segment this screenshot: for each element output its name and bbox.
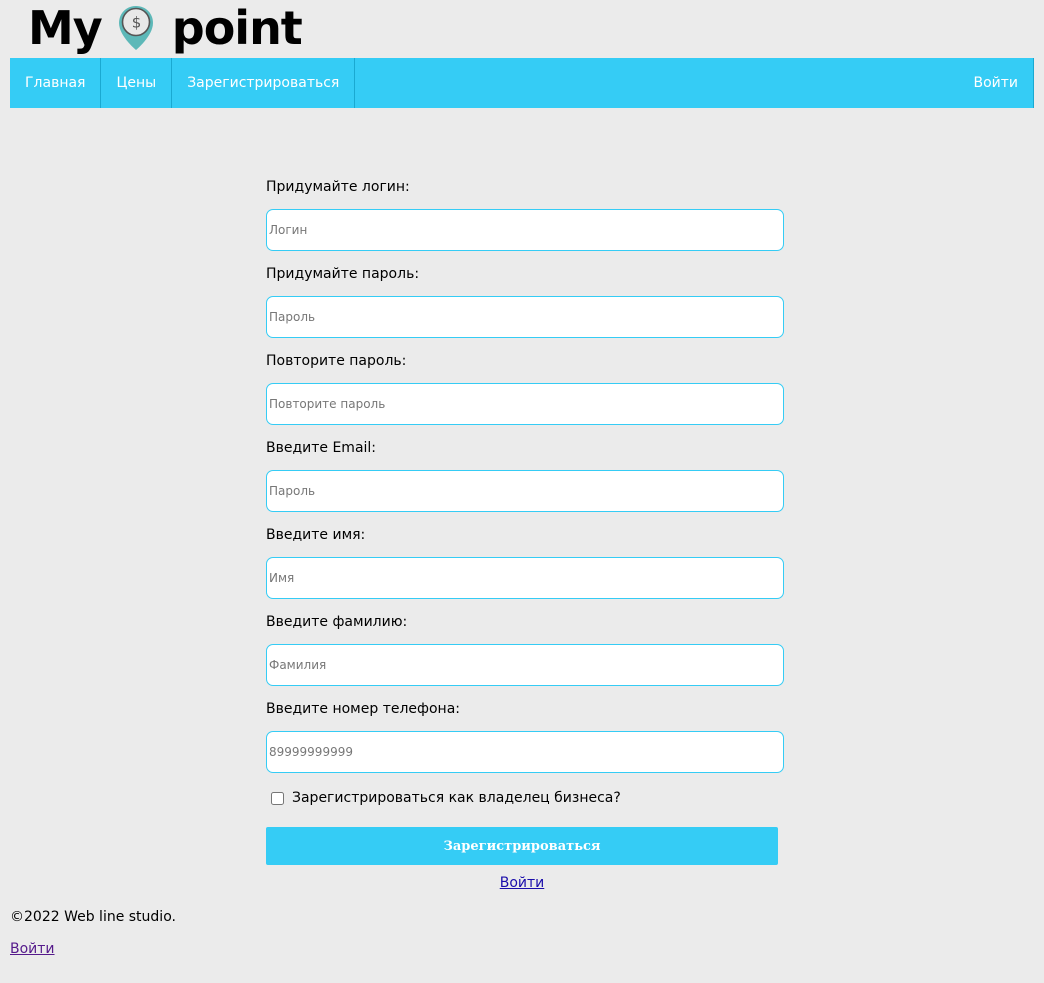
login-label: Придумайте логин: xyxy=(266,179,410,195)
main-navbar: Главная Цены Зарегистрироваться Войти xyxy=(10,58,1034,108)
logo-text-my: My xyxy=(28,1,103,55)
last-name-label: Введите фамилию: xyxy=(266,614,408,630)
nav-item-register[interactable]: Зарегистрироваться xyxy=(172,58,356,108)
email-input[interactable] xyxy=(266,470,784,512)
phone-label: Введите номер телефона: xyxy=(266,701,461,717)
password-input[interactable] xyxy=(266,296,784,338)
repeat-password-input[interactable] xyxy=(266,383,784,425)
business-owner-checkbox[interactable] xyxy=(271,791,284,805)
repeat-password-label: Повторите пароль: xyxy=(266,353,407,369)
logo-text-point: point xyxy=(171,1,303,55)
password-label: Придумайте пароль: xyxy=(266,266,420,282)
pin-dollar-symbol: $ xyxy=(131,14,140,32)
nav-item-login[interactable]: Войти xyxy=(958,58,1034,108)
footer-copyright: ©2022 Web line studio. xyxy=(10,909,176,925)
registration-form: Придумайте логин: Придумайте пароль: Пов… xyxy=(266,177,786,891)
map-pin-dollar-icon: $ xyxy=(118,6,153,50)
login-input[interactable] xyxy=(266,209,784,251)
site-logo[interactable]: My $ point xyxy=(28,1,303,55)
nav-item-prices[interactable]: Цены xyxy=(101,58,173,108)
last-name-input[interactable] xyxy=(266,644,784,686)
nav-item-home[interactable]: Главная xyxy=(10,58,102,108)
business-owner-option[interactable]: Зарегистрироваться как владелец бизнеса? xyxy=(266,786,786,810)
first-name-input[interactable] xyxy=(266,557,784,599)
email-label: Введите Email: xyxy=(266,440,377,456)
register-submit-button[interactable]: Зарегистрироваться xyxy=(266,827,778,865)
phone-input[interactable] xyxy=(266,731,784,773)
footer-login-link[interactable]: Войти xyxy=(10,941,55,957)
form-login-link[interactable]: Войти xyxy=(266,875,778,891)
business-owner-checkbox-label: Зарегистрироваться как владелец бизнеса? xyxy=(292,790,621,806)
first-name-label: Введите имя: xyxy=(266,527,366,543)
